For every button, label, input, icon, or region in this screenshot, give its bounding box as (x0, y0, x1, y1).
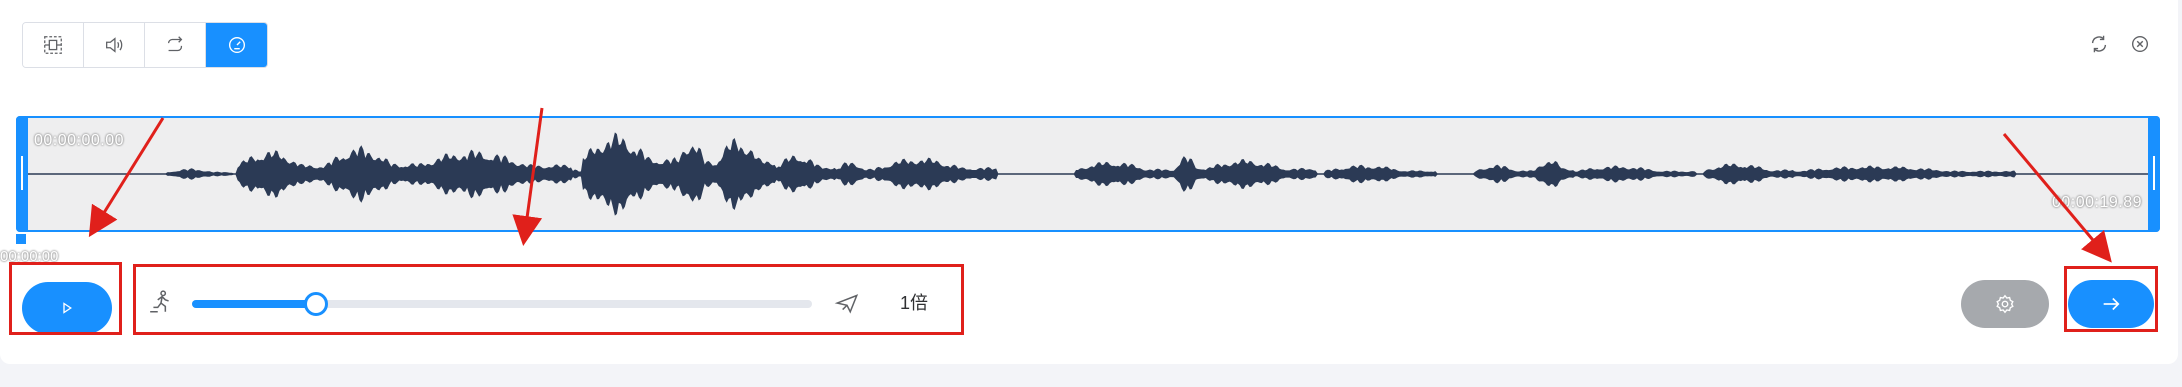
refresh-button[interactable] (2086, 31, 2112, 57)
waveform-region[interactable]: 00:00:00.00 00:00:19.89 (16, 116, 2160, 232)
volume-button[interactable] (84, 23, 145, 67)
annotation-box-next (2064, 266, 2158, 332)
loop-button[interactable] (145, 23, 206, 67)
annotation-box-play (9, 262, 122, 335)
playhead-marker[interactable] (16, 234, 26, 244)
gear-icon (1996, 294, 2014, 314)
crop-select-icon (44, 36, 62, 54)
speed-button[interactable] (206, 23, 267, 67)
annotation-box-speed (133, 264, 964, 335)
start-time-label: 00:00:00.00 (34, 132, 125, 149)
speed-gauge-icon (228, 36, 245, 54)
waveform-shape (18, 132, 2157, 216)
waveform (18, 132, 2158, 216)
toolbar-button-group (22, 22, 268, 68)
refresh-icon (2091, 35, 2107, 53)
trim-handle-left[interactable] (16, 116, 28, 232)
crop-select-button[interactable] (23, 23, 84, 67)
loop-icon (167, 36, 183, 52)
close-circle-icon (2131, 35, 2149, 53)
settings-button[interactable] (1961, 280, 2049, 328)
trim-handle-right[interactable] (2148, 116, 2160, 232)
volume-icon (106, 37, 123, 53)
close-button[interactable] (2127, 31, 2153, 57)
end-time-label: 00:00:19.89 (2051, 194, 2142, 211)
